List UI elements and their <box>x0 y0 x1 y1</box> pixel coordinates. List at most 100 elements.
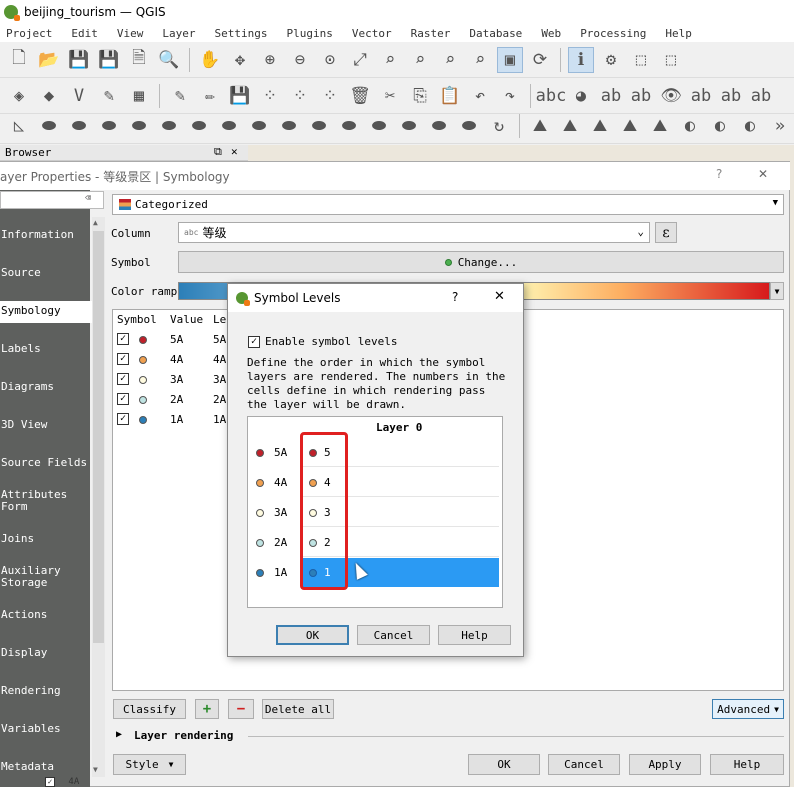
shape-tool-6-icon[interactable]: ◐ <box>677 113 703 139</box>
save-as-icon[interactable]: 💾 <box>96 47 122 73</box>
level-row[interactable]: 2A 2 <box>248 528 502 558</box>
ok-button[interactable]: OK <box>468 754 540 775</box>
add-db-icon[interactable]: ▦ <box>126 83 152 109</box>
column-select[interactable]: abc 等级 ⌄ <box>178 222 650 243</box>
more-tools-icon[interactable]: » <box>767 113 793 139</box>
advanced-edit-10-icon[interactable]: ⬬ <box>306 113 332 139</box>
advanced-edit-5-icon[interactable]: ⬬ <box>156 113 182 139</box>
category-checkbox[interactable]: ✓ <box>117 333 129 345</box>
menu-item-help[interactable]: Help <box>665 27 692 40</box>
diagram-tool-icon[interactable]: ◕ <box>568 83 594 109</box>
sidebar-item-auxiliary-storage[interactable]: Auxiliary Storage <box>0 561 90 589</box>
classify-button[interactable]: Classify <box>113 699 186 719</box>
menu-item-project[interactable]: Project <box>6 27 52 40</box>
digitize-icon[interactable]: ◺ <box>6 113 32 139</box>
dialog-ok-button[interactable]: OK <box>276 625 349 645</box>
menu-item-database[interactable]: Database <box>469 27 522 40</box>
sidebar-item-actions[interactable]: Actions <box>0 605 90 627</box>
close-panel-icon[interactable]: ✕ <box>231 145 238 158</box>
scroll-down-icon[interactable]: ▼ <box>93 765 98 774</box>
pan-icon[interactable]: ✋ <box>197 47 223 73</box>
delete-all-button[interactable]: Delete all <box>262 699 334 719</box>
shape-tool-2-icon[interactable]: ⛰ <box>557 113 583 139</box>
advanced-edit-16-icon[interactable]: ↻ <box>486 113 512 139</box>
highlight-label-icon[interactable]: ab <box>598 83 624 109</box>
menu-item-settings[interactable]: Settings <box>214 27 267 40</box>
dialog-cancel-button[interactable]: Cancel <box>357 625 430 645</box>
copy-icon[interactable]: ⎘ <box>407 83 433 109</box>
toggle-edit-icon[interactable]: ✏ <box>197 83 223 109</box>
sidebar-item-joins[interactable]: Joins <box>0 529 90 551</box>
redo-icon[interactable]: ↷ <box>497 83 523 109</box>
sidebar-item-rendering[interactable]: Rendering <box>0 681 90 703</box>
add-feature-icon[interactable]: ⁘ <box>257 83 283 109</box>
advanced-edit-7-icon[interactable]: ⬬ <box>216 113 242 139</box>
advanced-edit-3-icon[interactable]: ⬬ <box>96 113 122 139</box>
delete-selected-icon[interactable]: 🗑 <box>347 83 373 109</box>
shape-tool-1-icon[interactable]: ⛰ <box>527 113 553 139</box>
clear-search-icon[interactable]: ⌫ <box>85 193 91 204</box>
sidebar-search-input[interactable]: ⌫ <box>0 191 104 209</box>
color-ramp-dropdown-icon[interactable]: ▼ <box>770 282 784 300</box>
save-edits-icon[interactable]: 💾 <box>227 83 253 109</box>
advanced-button[interactable]: Advanced ▼ <box>712 699 784 719</box>
change-label-icon[interactable]: ab <box>748 83 774 109</box>
deselect-icon[interactable]: ⬚ <box>658 47 684 73</box>
advanced-edit-2-icon[interactable]: ⬬ <box>66 113 92 139</box>
sidebar-item-metadata[interactable]: Metadata <box>0 757 90 779</box>
category-symbol-icon[interactable] <box>139 416 147 424</box>
zoom-layer-icon[interactable]: ⌕ <box>407 47 433 73</box>
shape-tool-4-icon[interactable]: ⛰ <box>617 113 643 139</box>
enable-levels-checkbox[interactable]: ✓ <box>248 335 260 348</box>
help-icon[interactable]: ? <box>716 167 722 181</box>
advanced-edit-4-icon[interactable]: ⬬ <box>126 113 152 139</box>
category-symbol-icon[interactable] <box>139 336 147 344</box>
sidebar-item-symbology[interactable]: Symbology <box>0 301 92 323</box>
edits-icon[interactable]: ✎ <box>167 83 193 109</box>
measure-icon[interactable]: ⚙ <box>598 47 624 73</box>
refresh-icon[interactable]: ⟳ <box>527 47 553 73</box>
category-symbol-icon[interactable] <box>139 396 147 404</box>
zoom-out-icon[interactable]: ⊖ <box>287 47 313 73</box>
dialog-help-button[interactable]: Help <box>438 625 511 645</box>
show-hide-label-icon[interactable]: 👁 <box>658 83 684 109</box>
level-row[interactable]: 4A 4 <box>248 468 502 498</box>
menu-item-raster[interactable]: Raster <box>411 27 451 40</box>
sidebar-item-display[interactable]: Display <box>0 643 90 665</box>
scroll-up-icon[interactable]: ▲ <box>93 218 98 227</box>
data-source-manager-icon[interactable]: ◈ <box>6 83 32 109</box>
level-row[interactable]: 5A 5 <box>248 438 502 468</box>
add-vector-icon[interactable]: V <box>66 83 92 109</box>
advanced-edit-1-icon[interactable]: ⬬ <box>36 113 62 139</box>
paste-icon[interactable]: 📋 <box>437 83 463 109</box>
layout-manager-icon[interactable]: 🔍 <box>156 47 182 73</box>
advanced-edit-15-icon[interactable]: ⬬ <box>456 113 482 139</box>
menu-item-web[interactable]: Web <box>541 27 561 40</box>
sidebar-item-labels[interactable]: Labels <box>0 339 90 361</box>
menu-item-plugins[interactable]: Plugins <box>286 27 332 40</box>
menu-item-layer[interactable]: Layer <box>162 27 195 40</box>
sidebar-item-source-fields[interactable]: Source Fields <box>0 453 90 475</box>
help-button[interactable]: Help <box>710 754 784 775</box>
dialog-help-icon[interactable]: ? <box>452 290 458 304</box>
apply-button[interactable]: Apply <box>629 754 701 775</box>
sidebar-item-diagrams[interactable]: Diagrams <box>0 377 90 399</box>
category-symbol-icon[interactable] <box>139 356 147 364</box>
print-layout-icon[interactable]: 🗎 <box>126 47 152 73</box>
advanced-edit-6-icon[interactable]: ⬬ <box>186 113 212 139</box>
dialog-close-icon[interactable]: ✕ <box>494 289 505 304</box>
zoom-next-icon[interactable]: ⌕ <box>467 47 493 73</box>
sidebar-item-information[interactable]: Information <box>0 225 90 247</box>
select-features-icon[interactable]: ⬚ <box>628 47 654 73</box>
menu-item-vector[interactable]: Vector <box>352 27 392 40</box>
zoom-last-icon[interactable]: ⌕ <box>437 47 463 73</box>
change-symbol-button[interactable]: Change... <box>178 251 784 273</box>
zoom-full-icon[interactable]: ⤢ <box>347 47 373 73</box>
undo-icon[interactable]: ↶ <box>467 83 493 109</box>
zoom-in-icon[interactable]: ⊕ <box>257 47 283 73</box>
float-panel-icon[interactable]: ⧉ <box>214 145 222 159</box>
underlying-checkbox[interactable]: ✓ <box>45 777 55 787</box>
add-category-icon[interactable]: + <box>195 699 219 719</box>
open-project-icon[interactable]: 📂 <box>36 47 62 73</box>
save-project-icon[interactable]: 💾 <box>66 47 92 73</box>
